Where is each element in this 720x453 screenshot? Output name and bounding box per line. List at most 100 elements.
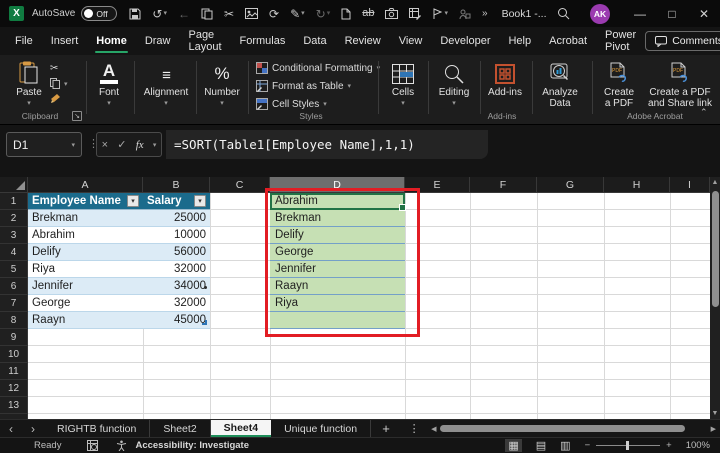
row-header-3[interactable]: 3 — [0, 227, 28, 244]
column-header-F[interactable]: F — [470, 177, 537, 193]
previous-icon[interactable]: ← — [178, 8, 190, 20]
horizontal-scrollbar[interactable]: ◀ ▶ — [427, 420, 720, 437]
format-table-icon[interactable] — [409, 8, 421, 20]
table-cell-salary[interactable]: 56000 — [143, 244, 210, 261]
sheet-tab-sheet4[interactable]: Sheet4 — [211, 420, 271, 437]
conditional-formatting-button[interactable]: Conditional Formatting ▾ — [256, 62, 380, 74]
table-cell-salary[interactable]: 25000 — [143, 210, 210, 227]
tab-power-pivot[interactable]: Power Pivot — [596, 27, 645, 55]
column-header-I[interactable]: I — [670, 177, 710, 193]
tab-review[interactable]: Review — [336, 27, 390, 55]
cell-styles-button[interactable]: Cell Styles ▾ — [256, 98, 380, 110]
spill-cell-D3[interactable]: Delify — [270, 227, 405, 244]
strikethrough-icon[interactable]: ab — [362, 8, 374, 19]
cells-group-button[interactable]: Cells ▾ — [384, 60, 422, 107]
scroll-up-icon[interactable]: ▲ — [710, 179, 720, 186]
add-ins-button[interactable]: Add-ins — [484, 60, 526, 98]
analyze-data-button[interactable]: Analyze Data — [534, 60, 586, 109]
row-header-4[interactable]: 4 — [0, 244, 28, 261]
table-header-employee-name[interactable]: Employee Name▾ — [28, 193, 143, 210]
row-header-2[interactable]: 2 — [0, 210, 28, 227]
scroll-down-icon[interactable]: ▼ — [710, 410, 720, 417]
redo-icon[interactable]: ↻▾ — [316, 8, 331, 20]
draw-select-icon[interactable]: ✎▾ — [290, 8, 305, 20]
vertical-scrollbar[interactable]: ▲ ▼ — [710, 177, 720, 419]
camera-screenshot-icon[interactable] — [385, 8, 398, 19]
spill-cell-D8[interactable] — [270, 312, 405, 329]
sheet-tab-unique-function[interactable]: Unique function — [271, 420, 371, 437]
sheet-tabs-more-icon[interactable]: ⋮ — [401, 420, 427, 437]
formula-input[interactable]: =SORT(Table1[Employee Name],1,1) — [166, 130, 488, 159]
row-header-12[interactable]: 12 — [0, 380, 28, 397]
sheet-tab-rightb-function[interactable]: RIGHTB function — [44, 420, 150, 437]
permissions-icon[interactable] — [459, 8, 471, 20]
row-header-13[interactable]: 13 — [0, 397, 28, 414]
spill-cell-D4[interactable]: George — [270, 244, 405, 261]
sheet-nav-right-icon[interactable]: › — [22, 420, 44, 437]
column-header-A[interactable]: A — [28, 177, 143, 193]
column-header-D[interactable]: D — [270, 177, 405, 193]
search-icon[interactable] — [550, 7, 576, 20]
row-header-7[interactable]: 7 — [0, 295, 28, 312]
cancel-icon[interactable]: × — [102, 139, 108, 151]
accessibility-icon[interactable] — [116, 440, 127, 451]
row-header-5[interactable]: 5 — [0, 261, 28, 278]
tab-home[interactable]: Home — [87, 27, 136, 55]
spill-cell-D7[interactable]: Riya — [270, 295, 405, 312]
accessibility-status[interactable]: Accessibility: Investigate — [135, 440, 249, 451]
zoom-out-icon[interactable]: − — [585, 440, 591, 451]
start-flag-icon[interactable]: ▾ — [432, 8, 448, 20]
column-header-G[interactable]: G — [537, 177, 604, 193]
font-group-button[interactable]: A Font ▾ — [88, 60, 130, 107]
horizontal-scroll-thumb[interactable] — [440, 425, 685, 432]
row-header-9[interactable]: 9 — [0, 329, 28, 346]
filter-icon[interactable]: ▾ — [194, 195, 206, 207]
table-cell-name[interactable]: Delify — [28, 244, 143, 261]
spill-cell-D1[interactable]: Abrahim — [270, 193, 405, 210]
filter-icon[interactable]: ▾ — [127, 195, 139, 207]
close-button[interactable]: ✕ — [688, 0, 720, 27]
tab-draw[interactable]: Draw — [136, 27, 180, 55]
table-cell-name[interactable]: George — [28, 295, 143, 312]
format-as-table-button[interactable]: Format as Table ▾ — [256, 80, 380, 92]
minimize-button[interactable]: — — [624, 0, 656, 27]
macro-record-icon[interactable] — [87, 440, 98, 451]
column-header-E[interactable]: E — [405, 177, 470, 193]
table-header-salary[interactable]: Salary▾ — [143, 193, 210, 210]
scroll-right-icon[interactable]: ▶ — [711, 425, 716, 433]
table-cell-name[interactable]: Jennifer — [28, 278, 143, 295]
name-box[interactable]: D1 ▾ — [6, 132, 82, 157]
spill-cell-D6[interactable]: Raayn — [270, 278, 405, 295]
page-layout-view-icon[interactable]: ▤ — [536, 439, 546, 452]
maximize-button[interactable]: □ — [656, 0, 688, 27]
format-painter-button[interactable] — [50, 93, 68, 104]
create-pdf-share-button[interactable]: PDF Create a PDF and Share link — [646, 60, 714, 109]
enter-icon[interactable]: ✓ — [117, 138, 126, 151]
table-cell-salary[interactable]: 32000 — [143, 261, 210, 278]
zoom-level[interactable]: 100% — [686, 440, 710, 451]
paste-picture-icon[interactable] — [245, 8, 258, 19]
zoom-slider-thumb[interactable] — [626, 441, 629, 450]
column-header-H[interactable]: H — [604, 177, 670, 193]
row-header-6[interactable]: 6 — [0, 278, 28, 295]
cut-icon[interactable]: ✂ — [224, 8, 234, 20]
undo-icon[interactable]: ↺▾ — [152, 8, 167, 20]
alignment-group-button[interactable]: ≡ Alignment ▾ — [138, 60, 194, 107]
tab-data[interactable]: Data — [294, 27, 335, 55]
autosave-toggle[interactable]: Off — [81, 6, 117, 21]
tab-formulas[interactable]: Formulas — [231, 27, 295, 55]
row-header-8[interactable]: 8 — [0, 312, 28, 329]
table-cell-name[interactable]: Riya — [28, 261, 143, 278]
vertical-scroll-thumb[interactable] — [712, 191, 719, 307]
tab-file[interactable]: File — [6, 27, 42, 55]
row-header-11[interactable]: 11 — [0, 363, 28, 380]
tab-insert[interactable]: Insert — [42, 27, 88, 55]
row-header-1[interactable]: 1 — [0, 193, 28, 210]
clipboard-dialog-launcher-icon[interactable]: ↘ — [72, 111, 82, 121]
insert-function-button[interactable]: fx — [136, 139, 144, 151]
collapse-ribbon-icon[interactable]: ⌃ — [700, 107, 708, 118]
page-break-view-icon[interactable]: ▥ — [560, 439, 570, 452]
tab-page-layout[interactable]: Page Layout — [179, 27, 230, 55]
sheet-tab-sheet2[interactable]: Sheet2 — [150, 420, 210, 437]
create-pdf-button[interactable]: PDF Create a PDF — [596, 60, 642, 109]
